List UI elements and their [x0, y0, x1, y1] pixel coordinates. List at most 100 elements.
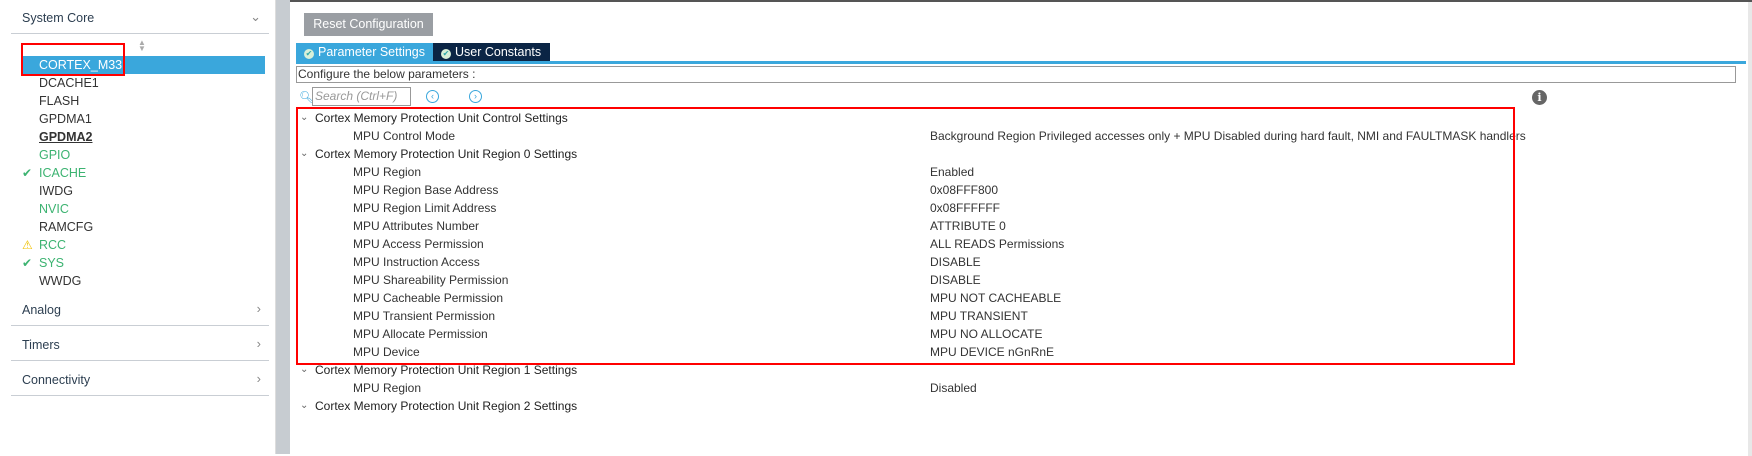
- category-system-core[interactable]: System Core ⌄: [11, 0, 269, 34]
- category-label: Connectivity: [22, 373, 91, 387]
- parameter-label: MPU Region Base Address: [353, 183, 499, 197]
- group-header[interactable]: ⌄ Cortex Memory Protection Unit Region 0 …: [298, 145, 1738, 163]
- group-header[interactable]: ⌄ Cortex Memory Protection Unit Control S…: [298, 109, 1738, 127]
- main-panel: Reset Configuration ✔ Parameter Settings …: [290, 0, 1752, 456]
- parameter-value[interactable]: MPU TRANSIENT: [930, 307, 1028, 325]
- scrollbar[interactable]: [1748, 2, 1752, 456]
- tab-underline: [296, 61, 1746, 64]
- sidebar-item-gpdma2[interactable]: GPDMA2: [22, 128, 265, 146]
- parameter-row[interactable]: MPU Access Permission ALL READS Permissio…: [298, 235, 1738, 253]
- previous-icon[interactable]: ‹: [426, 90, 439, 103]
- parameter-value[interactable]: DISABLE: [930, 253, 981, 271]
- group-label: Cortex Memory Protection Unit Control Se…: [315, 111, 568, 125]
- sidebar-item-cortex_m33[interactable]: CORTEX_M33: [22, 56, 265, 74]
- chevron-right-icon: ›: [256, 301, 261, 316]
- sort-icon[interactable]: ▲ ▼: [138, 39, 146, 53]
- parameter-label: MPU Allocate Permission: [353, 327, 488, 341]
- tab-parameter-settings[interactable]: ✔ Parameter Settings: [296, 43, 433, 61]
- item-label: WWDG: [39, 274, 82, 288]
- check-circle-icon: ✔: [441, 49, 451, 59]
- parameter-row[interactable]: MPU Region Limit Address 0x08FFFFFF: [298, 199, 1738, 217]
- chevron-down-icon[interactable]: ⌄: [300, 361, 308, 379]
- category-timers[interactable]: Timers ›: [11, 327, 269, 361]
- parameter-value[interactable]: MPU DEVICE nGnRnE: [930, 343, 1054, 361]
- category-label: Analog: [22, 303, 61, 317]
- peripheral-list: CORTEX_M33 DCACHE1 FLASH GPDMA1 GPDMA2 GPIO ✔ I…: [22, 56, 265, 290]
- group-header[interactable]: ⌄ Cortex Memory Protection Unit Region 1 …: [298, 361, 1738, 379]
- chevron-down-icon[interactable]: ⌄: [300, 397, 308, 415]
- sidebar-item-wwdg[interactable]: WWDG: [22, 272, 265, 290]
- reset-configuration-button[interactable]: Reset Configuration: [304, 13, 433, 36]
- parameter-value[interactable]: 0x08FFFFFF: [930, 199, 1000, 217]
- parameter-row[interactable]: MPU Cacheable Permission MPU NOT CACHEABL…: [298, 289, 1738, 307]
- item-label: IWDG: [39, 184, 74, 198]
- sidebar-item-nvic[interactable]: NVIC: [22, 200, 265, 218]
- sidebar-item-icache[interactable]: ✔ ICACHE: [22, 164, 265, 182]
- parameter-row[interactable]: MPU Transient Permission MPU TRANSIENT: [298, 307, 1738, 325]
- parameter-row[interactable]: MPU Instruction Access DISABLE: [298, 253, 1738, 271]
- item-label: RAMCFG: [39, 220, 94, 234]
- parameter-row[interactable]: MPU Region Base Address 0x08FFF800: [298, 181, 1738, 199]
- sidebar: System Core ⌄ ▲ ▼ CORTEX_M33 DCACHE1 FLASH GP…: [0, 0, 276, 454]
- parameter-row[interactable]: MPU Region Disabled: [298, 379, 1738, 397]
- warning-icon: ⚠: [22, 238, 33, 252]
- item-label: GPDMA2: [39, 130, 93, 144]
- sidebar-item-sys[interactable]: ✔ SYS: [22, 254, 265, 272]
- parameter-row[interactable]: MPU Region Enabled: [298, 163, 1738, 181]
- item-label: ICACHE: [39, 166, 87, 180]
- sidebar-item-gpio[interactable]: GPIO: [22, 146, 265, 164]
- parameter-label: MPU Instruction Access: [353, 255, 480, 269]
- item-label: SYS: [39, 256, 65, 270]
- parameter-value[interactable]: Enabled: [930, 163, 974, 181]
- item-label: CORTEX_M33: [39, 58, 123, 72]
- parameter-value[interactable]: Background Region Privileged accesses on…: [930, 127, 1526, 145]
- info-icon[interactable]: i: [1532, 90, 1547, 105]
- configure-label: Configure the below parameters :: [296, 66, 1736, 83]
- group-label: Cortex Memory Protection Unit Region 0 S…: [315, 147, 578, 161]
- parameter-value[interactable]: 0x08FFF800: [930, 181, 998, 199]
- check-circle-icon: ✔: [304, 49, 314, 59]
- parameter-row[interactable]: MPU Device MPU DEVICE nGnRnE: [298, 343, 1738, 361]
- parameter-value[interactable]: Disabled: [930, 379, 977, 397]
- splitter[interactable]: [276, 0, 290, 454]
- parameter-value[interactable]: ATTRIBUTE 0: [930, 217, 1006, 235]
- search-input[interactable]: Search (Ctrl+F): [312, 87, 411, 106]
- sidebar-item-iwdg[interactable]: IWDG: [22, 182, 265, 200]
- sidebar-item-dcache1[interactable]: DCACHE1: [22, 74, 265, 92]
- check-icon: ✔: [22, 256, 33, 270]
- parameter-tree: ⌄ Cortex Memory Protection Unit Control S…: [298, 109, 1738, 415]
- item-label: FLASH: [39, 94, 80, 108]
- parameter-row[interactable]: MPU Attributes Number ATTRIBUTE 0: [298, 217, 1738, 235]
- parameter-label: MPU Region Limit Address: [353, 201, 497, 215]
- chevron-down-icon[interactable]: ⌄: [300, 145, 308, 163]
- category-label: System Core: [22, 11, 95, 25]
- parameter-value[interactable]: MPU NOT CACHEABLE: [930, 289, 1061, 307]
- category-analog[interactable]: Analog ›: [11, 292, 269, 326]
- parameter-value[interactable]: ALL READS Permissions: [930, 235, 1064, 253]
- parameter-label: MPU Cacheable Permission: [353, 291, 504, 305]
- item-label: GPDMA1: [39, 112, 92, 126]
- sidebar-item-rcc[interactable]: ⚠ RCC: [22, 236, 265, 254]
- sidebar-item-ramcfg[interactable]: RAMCFG: [22, 218, 265, 236]
- parameter-label: MPU Region: [353, 381, 422, 395]
- group-header[interactable]: ⌄ Cortex Memory Protection Unit Region 2 …: [298, 397, 1738, 415]
- parameter-row[interactable]: MPU Allocate Permission MPU NO ALLOCATE: [298, 325, 1738, 343]
- parameter-label: MPU Transient Permission: [353, 309, 496, 323]
- category-label: Timers: [22, 338, 60, 352]
- item-label: DCACHE1: [39, 76, 99, 90]
- parameter-value[interactable]: DISABLE: [930, 271, 981, 289]
- parameter-label: MPU Device: [353, 345, 420, 359]
- parameter-row[interactable]: MPU Shareability Permission DISABLE: [298, 271, 1738, 289]
- chevron-right-icon: ›: [256, 371, 261, 386]
- parameter-row[interactable]: MPU Control Mode Background Region Privil…: [298, 127, 1738, 145]
- item-label: NVIC: [39, 202, 69, 216]
- next-icon[interactable]: ›: [469, 90, 482, 103]
- parameter-value[interactable]: MPU NO ALLOCATE: [930, 325, 1042, 343]
- sidebar-item-flash[interactable]: FLASH: [22, 92, 265, 110]
- category-connectivity[interactable]: Connectivity ›: [11, 362, 269, 396]
- chevron-down-icon[interactable]: ⌄: [300, 109, 308, 127]
- parameter-label: MPU Shareability Permission: [353, 273, 509, 287]
- tab-label: User Constants: [455, 45, 542, 59]
- tab-user-constants[interactable]: ✔ User Constants: [433, 43, 550, 61]
- sidebar-item-gpdma1[interactable]: GPDMA1: [22, 110, 265, 128]
